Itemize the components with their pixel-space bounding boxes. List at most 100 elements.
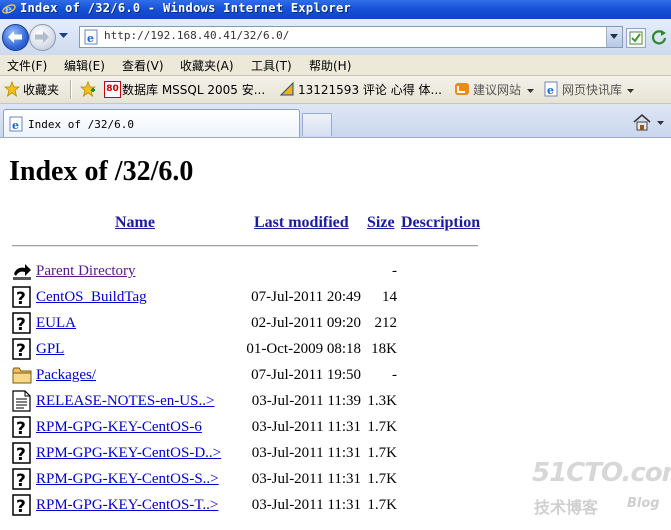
entry-date: 03-Jul-2011 11:31 bbox=[251, 497, 361, 513]
table-row: Packages/ 07-Jul-2011 19:50 - bbox=[0, 364, 671, 390]
refresh-icon[interactable] bbox=[650, 28, 668, 46]
forward-arrow-icon bbox=[35, 31, 49, 43]
unknown-file-icon: ? bbox=[12, 286, 31, 308]
svg-text:e: e bbox=[547, 84, 554, 97]
favorites-separator bbox=[70, 80, 72, 99]
column-header-size[interactable]: Size bbox=[367, 214, 395, 232]
menu-tools[interactable]: 工具(T) bbox=[251, 57, 292, 74]
table-row: ? EULA 02-Jul-2011 09:20 212 bbox=[0, 312, 671, 338]
favorite-link-mssql[interactable]: 数据库 MSSQL 2005 安... bbox=[122, 81, 265, 98]
chevron-down-icon[interactable] bbox=[657, 121, 664, 125]
browser-window: e Index of /32/6.0 - Windows Internet Ex… bbox=[0, 0, 671, 530]
back-icon bbox=[13, 264, 31, 280]
entry-size: 18K bbox=[371, 341, 397, 357]
mssql-site-icon: 80 bbox=[104, 81, 121, 98]
entry-link[interactable]: Parent Directory bbox=[36, 263, 136, 280]
entry-date: 03-Jul-2011 11:39 bbox=[251, 393, 361, 409]
entry-link[interactable]: EULA bbox=[36, 315, 76, 332]
svg-text:e: e bbox=[12, 119, 19, 132]
tab-index-of-32-6-0[interactable]: e Index of /32/6.0 bbox=[3, 109, 300, 137]
unknown-file-icon: ? bbox=[12, 442, 31, 464]
entry-date: 03-Jul-2011 11:31 bbox=[251, 419, 361, 435]
table-row: Parent Directory - bbox=[0, 260, 671, 286]
favorite-link-comments[interactable]: 13121593 评论 心得 体... bbox=[298, 81, 442, 98]
unknown-file-icon: ? bbox=[12, 312, 31, 334]
page-icon: e bbox=[9, 116, 23, 132]
back-button[interactable] bbox=[2, 24, 29, 51]
watermark-logo: 51CTO.com 技术博客 Blog bbox=[532, 458, 671, 518]
entry-link[interactable]: RPM-GPG-KEY-CentOS-6 bbox=[36, 419, 202, 436]
table-row: RELEASE-NOTES-en-US..> 03-Jul-2011 11:39… bbox=[0, 390, 671, 416]
column-header-name[interactable]: Name bbox=[115, 214, 155, 232]
entry-date: 03-Jul-2011 11:31 bbox=[251, 445, 361, 461]
favorite-link-suggested-sites[interactable]: 建议网站 bbox=[473, 81, 521, 98]
menu-edit[interactable]: 编辑(E) bbox=[64, 57, 105, 74]
favorites-button-label[interactable]: 收藏夹 bbox=[23, 81, 59, 98]
page-title: Index of /32/6.0 bbox=[9, 156, 194, 187]
title-bar[interactable]: e Index of /32/6.0 - Windows Internet Ex… bbox=[0, 0, 671, 19]
new-tab-button[interactable] bbox=[302, 113, 332, 136]
favorite-link-web-slice-gallery[interactable]: 网页快讯库 bbox=[562, 81, 622, 98]
ie-logo-icon: e bbox=[2, 3, 16, 16]
entry-link[interactable]: RPM-GPG-KEY-CentOS-D..> bbox=[36, 445, 221, 462]
compatibility-view-icon bbox=[629, 31, 643, 45]
entry-size: 1.7K bbox=[367, 445, 397, 461]
window-title: Index of /32/6.0 - Windows Internet Expl… bbox=[20, 1, 352, 15]
entry-link[interactable]: Packages/ bbox=[36, 367, 96, 384]
entry-size: 1.7K bbox=[367, 471, 397, 487]
entry-date: 03-Jul-2011 11:31 bbox=[251, 471, 361, 487]
folder-icon bbox=[12, 367, 32, 384]
entry-size: 1.7K bbox=[367, 497, 397, 513]
svg-text:e: e bbox=[87, 32, 94, 45]
address-toolbar: e http://192.168.40.41/32/6.0/ bbox=[0, 19, 671, 56]
svg-text:?: ? bbox=[16, 445, 26, 464]
address-field[interactable]: e http://192.168.40.41/32/6.0/ bbox=[79, 26, 623, 48]
chevron-down-icon[interactable] bbox=[527, 89, 534, 93]
back-arrow-icon bbox=[8, 31, 22, 43]
entry-size: 1.7K bbox=[367, 419, 397, 435]
menu-favorites[interactable]: 收藏夹(A) bbox=[180, 57, 234, 74]
entry-date: 01-Oct-2009 08:18 bbox=[246, 341, 361, 357]
chevron-down-icon bbox=[610, 34, 618, 39]
entry-size: 1.3K bbox=[367, 393, 397, 409]
home-icon[interactable] bbox=[633, 114, 651, 131]
recent-pages-dropdown-icon[interactable] bbox=[59, 33, 68, 39]
address-url[interactable]: http://192.168.40.41/32/6.0/ bbox=[104, 29, 289, 42]
text-file-icon bbox=[12, 390, 31, 412]
entry-link[interactable]: CentOS_BuildTag bbox=[36, 289, 147, 306]
column-header-description[interactable]: Description bbox=[401, 214, 480, 232]
tab-bar: e Index of /32/6.0 bbox=[0, 104, 671, 138]
entry-link[interactable]: RPM-GPG-KEY-CentOS-T..> bbox=[36, 497, 218, 514]
add-favorite-icon[interactable] bbox=[80, 81, 96, 97]
column-header-last-modified[interactable]: Last modified bbox=[254, 214, 349, 232]
svg-text:e: e bbox=[5, 3, 12, 16]
entry-date: 07-Jul-2011 20:49 bbox=[251, 289, 361, 305]
svg-text:?: ? bbox=[16, 497, 26, 516]
entry-link[interactable]: RPM-GPG-KEY-CentOS-S..> bbox=[36, 471, 219, 488]
entry-date: 07-Jul-2011 19:50 bbox=[251, 367, 361, 383]
svg-text:?: ? bbox=[16, 289, 26, 308]
unknown-file-icon: ? bbox=[12, 468, 31, 490]
unknown-file-icon: ? bbox=[12, 338, 31, 360]
suggested-sites-icon bbox=[455, 83, 469, 95]
address-dropdown-button[interactable] bbox=[606, 27, 622, 47]
forward-button[interactable] bbox=[29, 24, 56, 51]
favorites-bar: 收藏夹 80 数据库 MSSQL 2005 安... 13121593 评论 心… bbox=[0, 76, 671, 104]
tab-title: Index of /32/6.0 bbox=[28, 118, 134, 131]
svg-text:?: ? bbox=[16, 341, 26, 360]
favorites-star-icon bbox=[4, 81, 20, 97]
watermark-blog: Blog bbox=[627, 496, 660, 511]
svg-text:?: ? bbox=[16, 315, 26, 334]
table-row: ? CentOS_BuildTag 07-Jul-2011 20:49 14 bbox=[0, 286, 671, 312]
menu-help[interactable]: 帮助(H) bbox=[309, 57, 351, 74]
entry-link[interactable]: RELEASE-NOTES-en-US..> bbox=[36, 393, 214, 410]
entry-link[interactable]: GPL bbox=[36, 341, 64, 358]
menu-file[interactable]: 文件(F) bbox=[7, 57, 47, 74]
chevron-down-icon[interactable] bbox=[627, 89, 634, 93]
entry-size: 14 bbox=[382, 289, 397, 305]
watermark-tech-blog: 技术博客 bbox=[534, 498, 599, 517]
menu-view[interactable]: 查看(V) bbox=[122, 57, 164, 74]
menu-bar: 文件(F) 编辑(E) 查看(V) 收藏夹(A) 工具(T) 帮助(H) bbox=[0, 55, 671, 76]
compatibility-view-button[interactable] bbox=[626, 28, 646, 48]
svg-text:?: ? bbox=[16, 419, 26, 438]
